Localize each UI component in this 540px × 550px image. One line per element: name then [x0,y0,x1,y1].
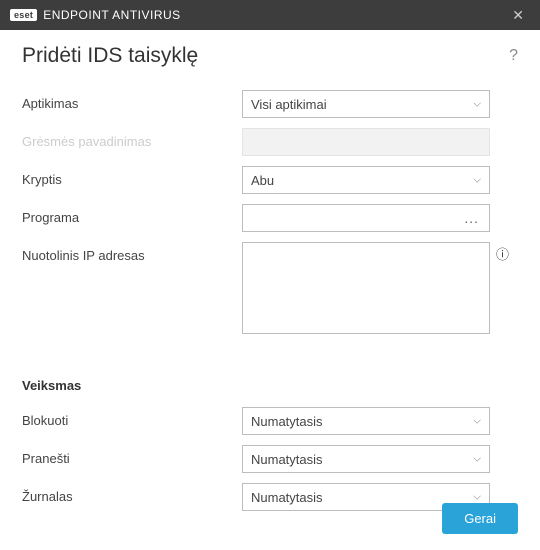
select-detection-value: Visi aptikimai [251,97,327,112]
section-heading-action: Veiksmas [22,378,518,393]
chevron-down-icon: ⌵ [473,416,481,427]
textarea-remote-ip[interactable] [242,242,490,334]
content: Pridėti IDS taisyklę ? Aptikimas Visi ap… [0,30,540,537]
ok-button[interactable]: Gerai [442,503,518,534]
select-block-value: Numatytasis [251,414,323,429]
label-direction: Kryptis [22,166,242,187]
brand-badge: eset [10,9,37,21]
select-notify-value: Numatytasis [251,452,323,467]
info-icon[interactable]: ⓘ [496,242,509,263]
help-icon[interactable]: ? [509,47,518,65]
row-notify: Pranešti Numatytasis ⌵ [22,445,518,473]
ellipsis-icon: ... [464,210,479,226]
label-detection: Aptikimas [22,90,242,111]
titlebar: eset ENDPOINT ANTIVIRUS ✕ [0,0,540,30]
footer: Gerai [442,503,518,534]
input-threat-name [242,128,490,156]
page-title: Pridėti IDS taisyklę [22,44,198,68]
select-notify[interactable]: Numatytasis ⌵ [242,445,490,473]
select-direction[interactable]: Abu ⌵ [242,166,490,194]
chevron-down-icon: ⌵ [473,454,481,465]
chevron-down-icon: ⌵ [473,99,481,110]
label-notify: Pranešti [22,445,242,466]
label-remote-ip: Nuotolinis IP adresas [22,242,242,263]
brand-text: ENDPOINT ANTIVIRUS [43,8,180,22]
label-log: Žurnalas [22,483,242,504]
chevron-down-icon: ⌵ [473,492,481,503]
row-threat-name: Grėsmės pavadinimas [22,128,518,156]
select-log-value: Numatytasis [251,490,323,505]
label-threat-name: Grėsmės pavadinimas [22,128,242,149]
label-block: Blokuoti [22,407,242,428]
select-block[interactable]: Numatytasis ⌵ [242,407,490,435]
row-detection: Aptikimas Visi aptikimai ⌵ [22,90,518,118]
row-direction: Kryptis Abu ⌵ [22,166,518,194]
select-direction-value: Abu [251,173,274,188]
close-icon[interactable]: ✕ [506,5,530,26]
row-remote-ip: Nuotolinis IP adresas ⓘ [22,242,518,334]
row-program: Programa ... [22,204,518,232]
input-program[interactable]: ... [242,204,490,232]
row-block: Blokuoti Numatytasis ⌵ [22,407,518,435]
chevron-down-icon: ⌵ [473,175,481,186]
label-program: Programa [22,204,242,225]
select-detection[interactable]: Visi aptikimai ⌵ [242,90,490,118]
